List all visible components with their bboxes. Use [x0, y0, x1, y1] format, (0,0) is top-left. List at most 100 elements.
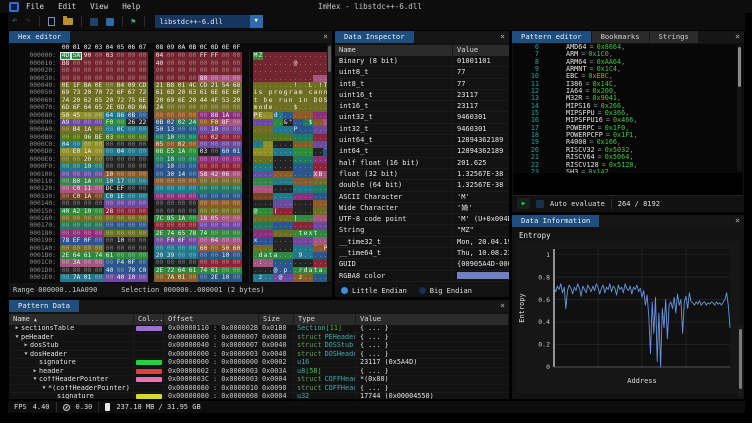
hex-byte[interactable]: 00	[165, 178, 176, 185]
hex-byte[interactable]: 04	[60, 141, 71, 148]
hex-byte[interactable]: 68	[231, 82, 242, 89]
hex-byte[interactable]: 00	[60, 67, 71, 74]
hex-byte[interactable]: 00	[209, 156, 220, 163]
hex-byte[interactable]: 74	[198, 267, 209, 274]
hex-byte[interactable]: 00	[209, 141, 220, 148]
hex-byte[interactable]: 00	[115, 171, 126, 178]
hex-byte[interactable]: 00	[209, 185, 220, 192]
hex-byte[interactable]: 00	[60, 200, 71, 207]
hex-byte[interactable]: 00	[115, 75, 126, 82]
hex-byte[interactable]: 00	[220, 163, 231, 170]
hex-byte[interactable]: 00	[154, 222, 165, 229]
hex-byte[interactable]: 40	[115, 274, 126, 281]
hex-byte[interactable]: 18	[198, 215, 209, 222]
hex-byte[interactable]: 88	[209, 112, 220, 119]
hex-byte[interactable]: 00	[231, 200, 242, 207]
hex-byte[interactable]: 00	[187, 141, 198, 148]
hex-byte[interactable]: 00	[115, 245, 126, 252]
hex-byte[interactable]: 00	[104, 230, 115, 237]
hex-byte[interactable]: 00	[115, 163, 126, 170]
hex-byte[interactable]: 00	[93, 67, 104, 74]
hex-byte[interactable]: 00	[82, 67, 93, 74]
hex-byte[interactable]: 7C	[154, 215, 165, 222]
hex-byte[interactable]: 65	[93, 97, 104, 104]
hex-byte[interactable]: 00	[71, 163, 82, 170]
hex-byte[interactable]: 00	[93, 171, 104, 178]
auto-evaluate-checkbox[interactable]	[536, 200, 544, 208]
hex-byte[interactable]: 00	[126, 148, 137, 155]
inspector-row[interactable]: uint64_t12894362189	[335, 135, 509, 146]
hex-byte[interactable]: 00	[71, 215, 82, 222]
hex-byte[interactable]: 04	[154, 52, 165, 59]
redo-icon[interactable]: ↷	[21, 14, 34, 29]
hex-byte[interactable]: 01	[82, 274, 93, 281]
hex-byte[interactable]: 00	[209, 222, 220, 229]
hex-byte[interactable]: 39	[165, 252, 176, 259]
hex-byte[interactable]: 00	[115, 119, 126, 126]
hex-byte[interactable]: 00	[176, 200, 187, 207]
hex-byte[interactable]: 00	[154, 259, 165, 266]
hex-byte[interactable]: 20	[82, 156, 93, 163]
undo-icon[interactable]: ↶	[8, 14, 21, 29]
hex-byte[interactable]: 00	[220, 200, 231, 207]
hex-byte[interactable]: 10	[220, 274, 231, 281]
hex-byte[interactable]: 04	[115, 148, 126, 155]
hex-byte[interactable]: CD	[137, 82, 148, 89]
hex-byte[interactable]: 00	[104, 163, 115, 170]
hex-byte[interactable]: 00	[60, 148, 71, 155]
hex-byte[interactable]: 00	[82, 119, 93, 126]
hex-byte[interactable]: 00	[154, 156, 165, 163]
hex-byte[interactable]: 00	[126, 60, 137, 67]
hex-byte[interactable]: B4	[115, 82, 126, 89]
hex-byte[interactable]: 0B	[154, 119, 165, 126]
hex-byte[interactable]: 00	[115, 208, 126, 215]
hex-byte[interactable]: 00	[220, 208, 231, 215]
hex-byte[interactable]: 00	[126, 163, 137, 170]
hex-byte[interactable]: 00	[93, 237, 104, 244]
hex-byte[interactable]: 00	[71, 60, 82, 67]
hex-byte[interactable]: 70	[93, 89, 104, 96]
code-scrollbar[interactable]	[737, 45, 742, 171]
hex-byte[interactable]: 6E	[209, 89, 220, 96]
tab-pattern-editor[interactable]: Pattern editor	[512, 31, 591, 43]
hex-byte[interactable]: 00	[104, 60, 115, 67]
hex-byte[interactable]: 00	[82, 230, 93, 237]
hex-byte[interactable]: 72	[165, 267, 176, 274]
hex-byte[interactable]: 00	[154, 200, 165, 207]
hex-byte[interactable]: 20	[104, 97, 115, 104]
hex-byte[interactable]: 01	[176, 274, 187, 281]
chevron-collapsed-icon[interactable]: ▶	[22, 342, 30, 350]
hex-byte[interactable]: 00	[187, 171, 198, 178]
hex-byte[interactable]: 20	[82, 89, 93, 96]
hex-byte[interactable]: 10	[220, 252, 231, 259]
hex-byte[interactable]: 00	[209, 163, 220, 170]
hex-byte[interactable]: 00	[104, 126, 115, 133]
hex-byte[interactable]: 00	[60, 259, 71, 266]
hex-byte[interactable]: 00	[115, 267, 126, 274]
hex-byte[interactable]: 00	[137, 112, 148, 119]
hex-byte[interactable]: 21	[209, 82, 220, 89]
hex-byte[interactable]: 00	[82, 75, 93, 82]
hex-byte[interactable]: 3A	[71, 259, 82, 266]
hex-byte[interactable]: 00	[198, 222, 209, 229]
hex-byte[interactable]: 00	[93, 75, 104, 82]
hex-byte[interactable]: 2E	[154, 267, 165, 274]
hex-byte[interactable]: 53	[220, 97, 231, 104]
hex-byte[interactable]: 00	[154, 134, 165, 141]
chevron-collapsed-icon[interactable]: ▶	[31, 368, 39, 376]
inspector-row[interactable]: __time64_tThu, 10.08.2378 09:16	[335, 248, 509, 259]
hex-byte[interactable]: 00	[187, 52, 198, 59]
hex-byte[interactable]: 00	[137, 75, 148, 82]
hex-byte[interactable]: 85	[165, 215, 176, 222]
hex-byte[interactable]: 40	[60, 208, 71, 215]
hex-byte[interactable]: DC	[104, 185, 115, 192]
hex-byte[interactable]: 1E	[115, 193, 126, 200]
hex-byte[interactable]: 1A	[82, 193, 93, 200]
hex-byte[interactable]: 00	[220, 237, 231, 244]
hex-byte[interactable]: 00	[176, 75, 187, 82]
hex-byte[interactable]: 00	[165, 112, 176, 119]
hex-byte[interactable]: 61	[209, 267, 220, 274]
hex-byte[interactable]: 00	[104, 237, 115, 244]
hex-byte[interactable]: 10	[165, 134, 176, 141]
hex-byte[interactable]: 00	[60, 156, 71, 163]
